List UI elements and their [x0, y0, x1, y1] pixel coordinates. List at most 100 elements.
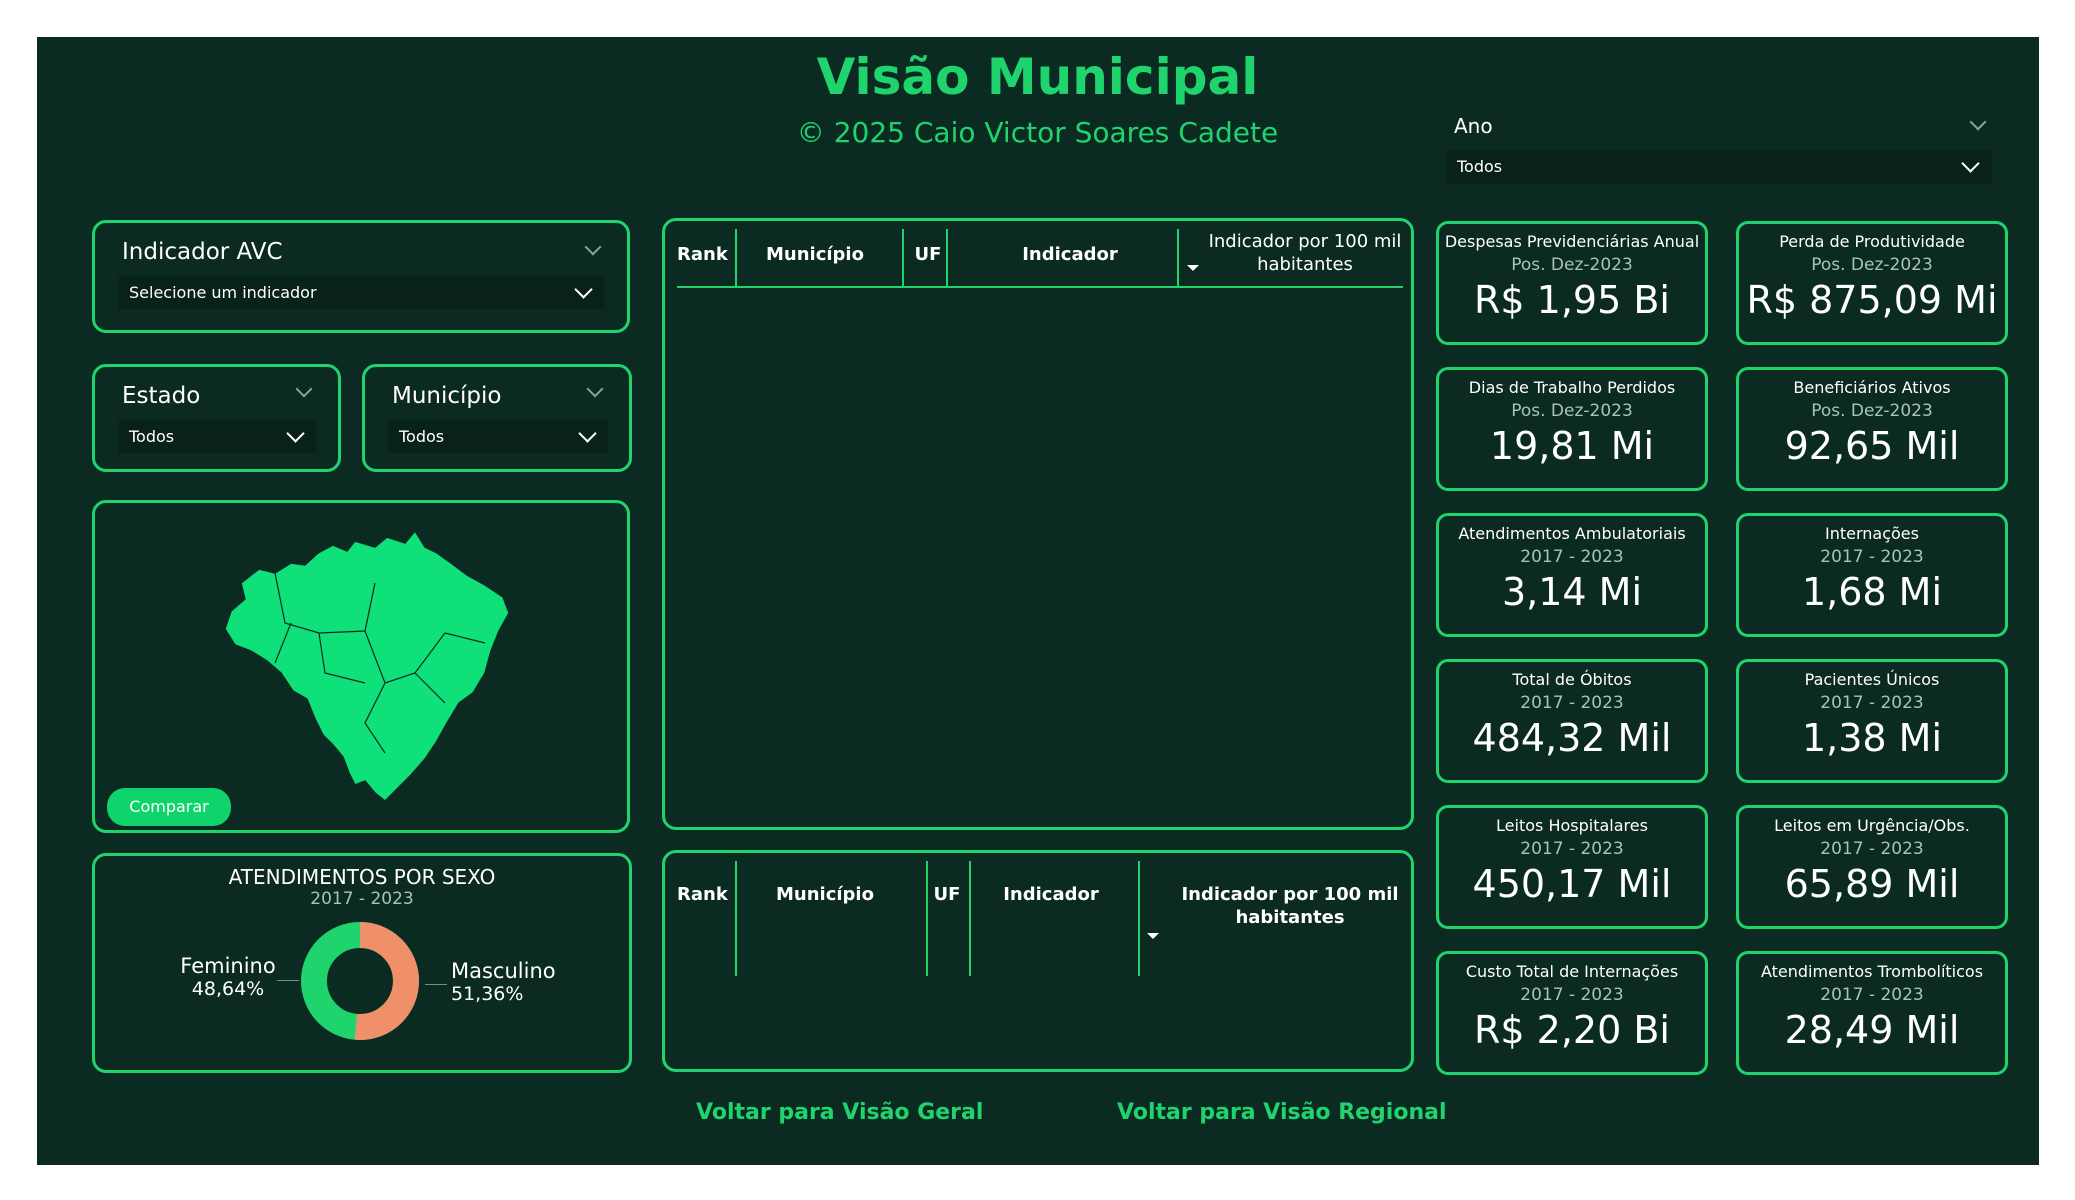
- col-divider: [969, 861, 971, 976]
- kpi-card: Pacientes Únicos 2017 - 2023 1,38 Mi: [1736, 659, 2008, 783]
- col-indicador-100mil[interactable]: Indicador por 100 mil habitantes: [1177, 883, 1403, 929]
- estado-label: Estado: [122, 383, 201, 409]
- kpi-title: Leitos em Urgência/Obs.: [1774, 816, 1970, 835]
- col-divider: [946, 229, 948, 287]
- kpi-value: 92,65 Mil: [1784, 424, 1960, 468]
- feminino-label: Feminino 48,64%: [180, 954, 276, 1000]
- col-municipio[interactable]: Município: [735, 883, 915, 906]
- kpi-title: Atendimentos Trombolíticos: [1760, 962, 1984, 981]
- col-divider: [735, 229, 737, 287]
- municipio-value: Todos: [399, 427, 445, 446]
- chevron-down-icon[interactable]: [584, 238, 602, 256]
- kpi-value: 450,17 Mil: [1472, 862, 1672, 906]
- sort-desc-icon[interactable]: [1187, 265, 1199, 271]
- back-to-regional-link[interactable]: Voltar para Visão Regional: [1117, 1100, 1447, 1125]
- kpi-value: 3,14 Mi: [1501, 570, 1643, 614]
- kpi-value: 28,49 Mil: [1784, 1008, 1960, 1052]
- kpi-value: 65,89 Mil: [1784, 862, 1960, 906]
- ano-slicer[interactable]: Ano Todos: [1446, 108, 1994, 188]
- kpi-period: 2017 - 2023: [1520, 985, 1624, 1005]
- kpi-title: Despesas Previdenciárias Anual: [1444, 232, 1700, 251]
- col-uf[interactable]: UF: [927, 883, 967, 906]
- col-divider: [1177, 229, 1179, 287]
- ano-value: Todos: [1457, 157, 1503, 176]
- header-underline: [677, 286, 1403, 288]
- chevron-down-icon: [286, 424, 305, 443]
- kpi-title: Perda de Produtividade: [1779, 232, 1965, 251]
- municipio-label: Município: [392, 383, 502, 409]
- kpi-card: Perda de Produtividade Pos. Dez-2023 R$ 87…: [1736, 221, 2008, 345]
- kpi-card: Atendimentos Ambulatoriais 2017 - 2023 3,1…: [1436, 513, 1708, 637]
- kpi-title: Atendimentos Ambulatoriais: [1458, 524, 1686, 543]
- kpi-card: Dias de Trabalho Perdidos Pos. Dez-2023 19…: [1436, 367, 1708, 491]
- kpi-title: Leitos Hospitalares: [1496, 816, 1648, 835]
- municipio-slicer[interactable]: Município Todos: [362, 364, 632, 472]
- col-rank[interactable]: Rank: [677, 883, 728, 906]
- kpi-value: R$ 2,20 Bi: [1474, 1008, 1670, 1052]
- estado-dropdown[interactable]: Todos: [118, 420, 317, 454]
- indicador-label: Indicador AVC: [122, 239, 283, 265]
- col-divider: [926, 861, 928, 976]
- ano-dropdown[interactable]: Todos: [1446, 150, 1992, 184]
- kpi-value: 1,38 Mi: [1801, 716, 1943, 760]
- brazil-shape: [224, 529, 510, 803]
- chevron-down-icon[interactable]: [586, 380, 604, 398]
- sex-chart-panel: ATENDIMENTOS POR SEXO 2017 - 2023 Femini…: [92, 853, 632, 1073]
- kpi-card: Atendimentos Trombolíticos 2017 - 2023 28,…: [1736, 951, 2008, 1075]
- kpi-period: 2017 - 2023: [1520, 839, 1624, 859]
- kpi-title: Internações: [1825, 524, 1919, 543]
- kpi-card: Total de Óbitos 2017 - 2023 484,32 Mil: [1436, 659, 1708, 783]
- kpi-value: R$ 875,09 Mi: [1746, 278, 1998, 322]
- chevron-down-icon[interactable]: [1969, 113, 1987, 131]
- kpi-card: Despesas Previdenciárias Anual Pos. Dez-2…: [1436, 221, 1708, 345]
- kpi-period: 2017 - 2023: [1520, 547, 1624, 567]
- kpi-value: 484,32 Mil: [1472, 716, 1672, 760]
- compare-button[interactable]: Comparar: [107, 788, 231, 826]
- kpi-card: Internações 2017 - 2023 1,68 Mi: [1736, 513, 2008, 637]
- brazil-map[interactable]: [215, 523, 515, 813]
- sex-chart-period: 2017 - 2023: [310, 889, 414, 909]
- col-indicador[interactable]: Indicador: [971, 883, 1131, 906]
- kpi-title: Total de Óbitos: [1512, 670, 1632, 689]
- estado-value: Todos: [129, 427, 175, 446]
- col-divider: [735, 861, 737, 976]
- kpi-value: 1,68 Mi: [1801, 570, 1943, 614]
- kpi-period: Pos. Dez-2023: [1511, 401, 1633, 421]
- masculino-leader-line: [425, 984, 447, 985]
- sex-chart-title: ATENDIMENTOS POR SEXO: [228, 865, 496, 889]
- kpi-card: Leitos Hospitalares 2017 - 2023 450,17 Mil: [1436, 805, 1708, 929]
- col-municipio[interactable]: Município: [735, 243, 895, 266]
- sort-desc-icon[interactable]: [1147, 933, 1159, 939]
- estado-slicer[interactable]: Estado Todos: [92, 364, 341, 472]
- kpi-period: 2017 - 2023: [1820, 693, 1924, 713]
- kpi-card: Beneficiários Ativos Pos. Dez-2023 92,65 M…: [1736, 367, 2008, 491]
- kpi-value: 19,81 Mi: [1489, 424, 1655, 468]
- kpi-period: Pos. Dez-2023: [1811, 255, 1933, 275]
- kpi-period: Pos. Dez-2023: [1811, 401, 1933, 421]
- back-to-geral-link[interactable]: Voltar para Visão Geral: [696, 1100, 983, 1125]
- kpi-card: Custo Total de Internações 2017 - 2023 R$ …: [1436, 951, 1708, 1075]
- chevron-down-icon: [578, 424, 597, 443]
- col-indicador[interactable]: Indicador: [955, 243, 1185, 266]
- indicador-value: Selecione um indicador: [129, 283, 317, 302]
- kpi-period: 2017 - 2023: [1520, 693, 1624, 713]
- col-rank[interactable]: Rank: [677, 243, 728, 266]
- col-divider: [902, 229, 904, 287]
- ano-label: Ano: [1454, 114, 1493, 138]
- col-indicador-100mil[interactable]: Indicador por 100 mil habitantes: [1205, 230, 1405, 276]
- kpi-period: 2017 - 2023: [1820, 985, 1924, 1005]
- ranking-table-bottom: Rank Município UF Indicador Indicador po…: [662, 850, 1414, 1072]
- indicador-dropdown[interactable]: Selecione um indicador: [118, 276, 605, 310]
- kpi-value: R$ 1,95 Bi: [1474, 278, 1670, 322]
- chevron-down-icon[interactable]: [295, 380, 313, 398]
- municipio-dropdown[interactable]: Todos: [388, 420, 609, 454]
- col-uf[interactable]: UF: [908, 243, 948, 266]
- col-divider: [1138, 861, 1140, 976]
- chevron-down-icon: [1961, 154, 1980, 173]
- kpi-card: Leitos em Urgência/Obs. 2017 - 2023 65,89 …: [1736, 805, 2008, 929]
- kpi-title: Pacientes Únicos: [1804, 670, 1940, 689]
- kpi-title: Beneficiários Ativos: [1793, 378, 1951, 397]
- ranking-table-top: Rank Município UF Indicador Indicador po…: [662, 218, 1414, 830]
- masculino-label: Masculino 51,36%: [451, 959, 556, 1005]
- indicador-slicer[interactable]: Indicador AVC Selecione um indicador: [92, 220, 630, 333]
